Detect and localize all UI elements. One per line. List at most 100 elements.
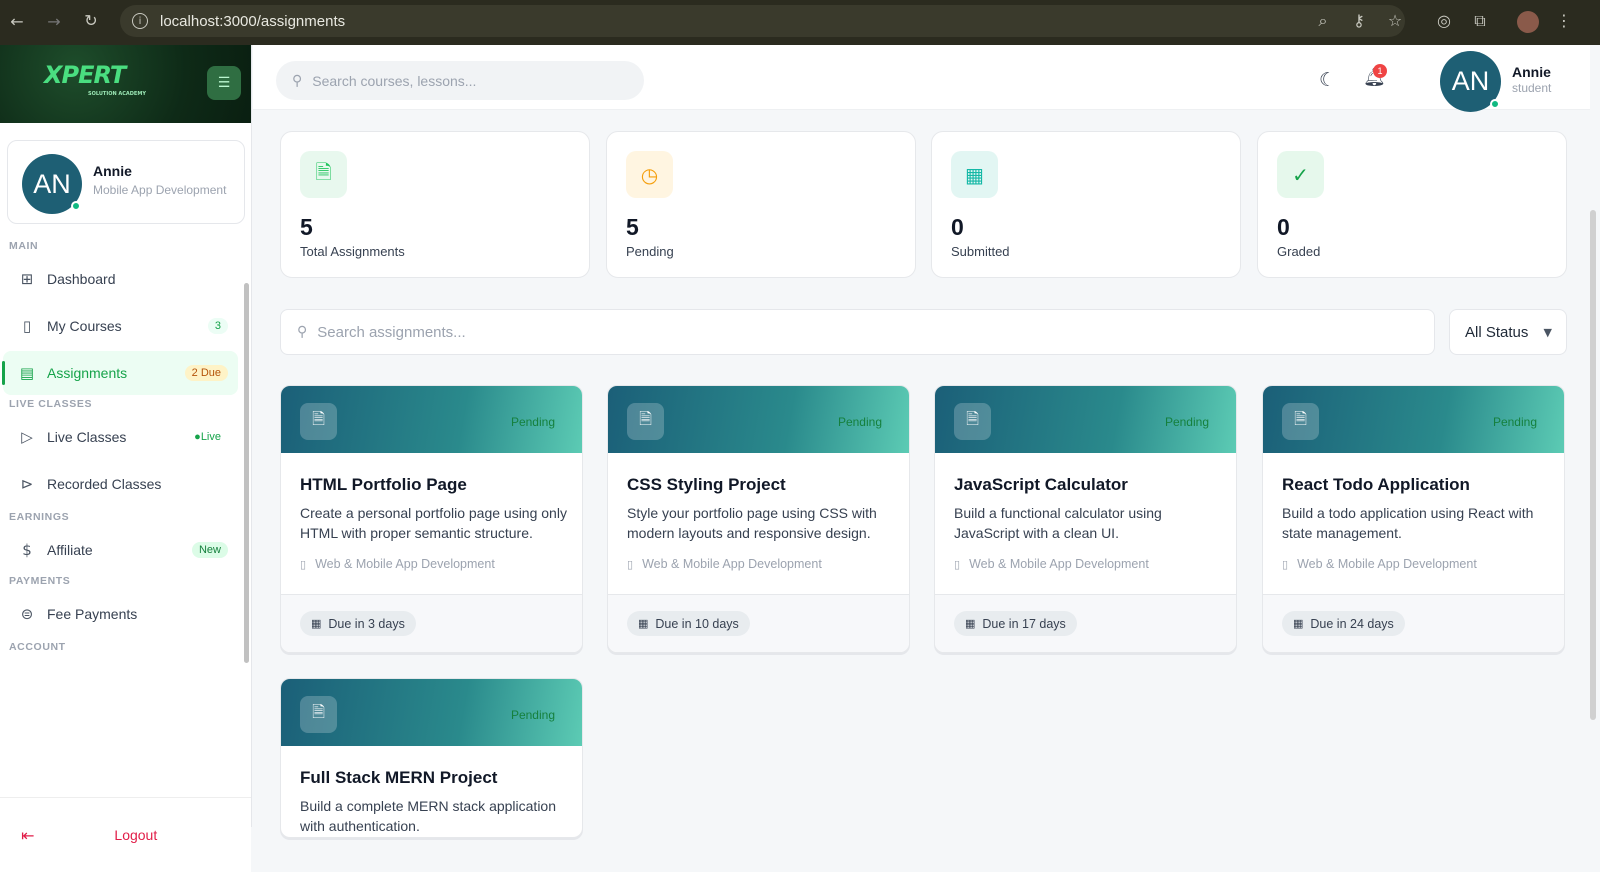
stat-card-pending: ◷ 5 Pending	[606, 131, 916, 278]
sidebar-item-assignments[interactable]: ▤ Assignments 2 Due	[2, 351, 238, 395]
stat-label: Pending	[626, 244, 674, 259]
site-info-icon[interactable]: i	[132, 13, 148, 29]
card-header: 🗎︎ Pending	[935, 386, 1236, 453]
book-icon: ▯	[300, 557, 307, 571]
forward-icon[interactable]: →	[43, 12, 65, 31]
sidebar-item-label: Dashboard	[47, 271, 116, 287]
assignment-title: HTML Portfolio Page	[300, 475, 467, 494]
logo-text: XPERT	[44, 61, 126, 89]
assignment-card[interactable]: 🗎︎ Pending JavaScript Calculator Build a…	[934, 385, 1237, 653]
book-icon: ▯	[954, 557, 961, 571]
zoom-icon[interactable]: ⌕	[1312, 11, 1334, 31]
course-name: Web & Mobile App Development	[642, 557, 822, 571]
collapse-sidebar-button[interactable]: ☰	[207, 66, 241, 100]
sidebar-item-label: Live Classes	[47, 429, 127, 445]
status-badge: Pending	[1492, 415, 1537, 429]
stat-value: 0	[1277, 214, 1290, 240]
due-date-badge: ▦ Due in 24 days	[1282, 611, 1405, 636]
assignment-search-input[interactable]: ⚲ Search assignments...	[280, 309, 1435, 355]
book-icon: ▯	[1282, 557, 1289, 571]
document-icon: 🗎︎	[1282, 403, 1319, 440]
extension-target-icon[interactable]: ◎	[1433, 11, 1455, 33]
due-badge: 2 Due	[184, 365, 228, 381]
status-filter-select[interactable]: All Status ▼	[1449, 309, 1567, 355]
extensions-puzzle-icon[interactable]: ⧉	[1469, 11, 1491, 33]
main-scrollbar[interactable]	[1590, 210, 1596, 720]
clock-icon: ◷	[626, 151, 673, 198]
courses-count-badge: 3	[207, 318, 228, 334]
assignment-icon: ▤	[19, 364, 35, 382]
assignment-course: ▯ Web & Mobile App Development	[300, 557, 495, 571]
document-icon: 🗎︎	[300, 696, 337, 733]
due-date-badge: ▦ Due in 3 days	[300, 611, 416, 636]
status-badge: Pending	[510, 708, 555, 722]
assignment-card[interactable]: 🗎︎ Pending Full Stack MERN Project Build…	[280, 678, 583, 838]
card-header: 🗎︎ Pending	[1263, 386, 1564, 453]
user-avatar[interactable]: AN	[1440, 51, 1501, 112]
logo[interactable]: XPERT SOLUTION ACADEMY	[44, 61, 146, 97]
assignment-course: ▯ Web & Mobile App Development	[627, 557, 822, 571]
new-badge: New	[191, 542, 228, 558]
logout-button[interactable]: ⇤ Logout	[0, 797, 251, 872]
address-bar[interactable]: i localhost:3000/assignments	[120, 5, 1405, 37]
sidebar-item-label: Assignments	[47, 365, 128, 381]
stat-label: Graded	[1277, 244, 1321, 259]
status-badge: Pending	[1164, 415, 1209, 429]
search-icon: ⚲	[292, 72, 303, 89]
stat-card-submitted: ▦ 0 Submitted	[931, 131, 1241, 278]
course-name: Web & Mobile App Development	[1297, 557, 1477, 571]
assignment-card[interactable]: 🗎︎ Pending HTML Portfolio Page Create a …	[280, 385, 583, 653]
url-text: localhost:3000/assignments	[160, 12, 346, 30]
dark-mode-toggle-icon[interactable]: ☾	[1319, 69, 1336, 91]
assignment-description: Build a functional calculator using Java…	[954, 505, 1162, 541]
assignment-description: Build a todo application using React wit…	[1282, 505, 1534, 541]
book-icon: ▯	[627, 557, 634, 571]
course-name: Web & Mobile App Development	[969, 557, 1149, 571]
due-text: Due in 3 days	[328, 616, 405, 631]
status-badge: Pending	[837, 415, 882, 429]
due-text: Due in 24 days	[1310, 616, 1394, 631]
online-indicator	[71, 201, 81, 211]
assignment-title: JavaScript Calculator	[954, 475, 1128, 494]
sidebar-item-label: Fee Payments	[47, 606, 138, 622]
browser-menu-icon[interactable]: ⋮	[1553, 11, 1575, 33]
notification-bell-icon[interactable]: 🔔︎ 1	[1363, 64, 1387, 88]
due-text: Due in 10 days	[655, 616, 739, 631]
user-name: Annie	[1512, 64, 1551, 80]
global-search-input[interactable]: ⚲ Search courses, lessons...	[276, 61, 644, 100]
sidebar-item-fee-payments[interactable]: ⊜ Fee Payments	[3, 592, 238, 636]
assignment-card[interactable]: 🗎︎ Pending React Todo Application Build …	[1262, 385, 1565, 653]
bookmark-star-icon[interactable]: ☆	[1384, 11, 1406, 31]
sidebar-item-my-courses[interactable]: ▯ My Courses 3	[3, 304, 238, 348]
sidebar-scrollbar[interactable]	[244, 283, 249, 663]
calendar-icon: ▦	[965, 617, 976, 630]
receipt-icon: ⊜	[20, 605, 34, 623]
live-badge: ●Live	[194, 431, 221, 443]
profile-avatar-icon[interactable]	[1517, 11, 1539, 33]
document-icon: 🗎︎	[627, 403, 664, 440]
course-name: Web & Mobile App Development	[315, 557, 495, 571]
sidebar-item-live-classes[interactable]: ▷ Live Classes ●Live	[3, 415, 238, 459]
due-text: Due in 17 days	[982, 616, 1066, 631]
document-icon: 🗎︎	[300, 151, 347, 198]
sidebar-item-dashboard[interactable]: ⊞ Dashboard	[3, 257, 238, 301]
assignment-title: CSS Styling Project	[627, 475, 786, 494]
stat-card-total: 🗎︎ 5 Total Assignments	[280, 131, 590, 278]
status-filter-value: All Status	[1465, 323, 1529, 341]
stat-value: 0	[951, 214, 964, 240]
back-icon[interactable]: ←	[6, 12, 28, 31]
sidebar-item-recorded-classes[interactable]: ⊳ Recorded Classes	[3, 462, 238, 506]
online-indicator	[1490, 99, 1500, 109]
stat-card-graded: ✓ 0 Graded	[1257, 131, 1567, 278]
browser-toolbar: ← → ↻ i localhost:3000/assignments ⌕ ⚷ ☆…	[0, 0, 1600, 45]
sidebar-item-label: Recorded Classes	[47, 476, 162, 492]
profile-program: Mobile App Development	[93, 183, 227, 197]
user-role: student	[1512, 81, 1552, 95]
dashboard-icon: ⊞	[20, 270, 34, 288]
stat-value: 5	[300, 214, 313, 240]
key-icon[interactable]: ⚷	[1348, 11, 1370, 31]
sidebar-item-affiliate[interactable]: $ Affiliate New	[3, 528, 238, 572]
assignment-card[interactable]: 🗎︎ Pending CSS Styling Project Style you…	[607, 385, 910, 653]
reload-icon[interactable]: ↻	[80, 11, 102, 30]
due-date-badge: ▦ Due in 17 days	[954, 611, 1077, 636]
